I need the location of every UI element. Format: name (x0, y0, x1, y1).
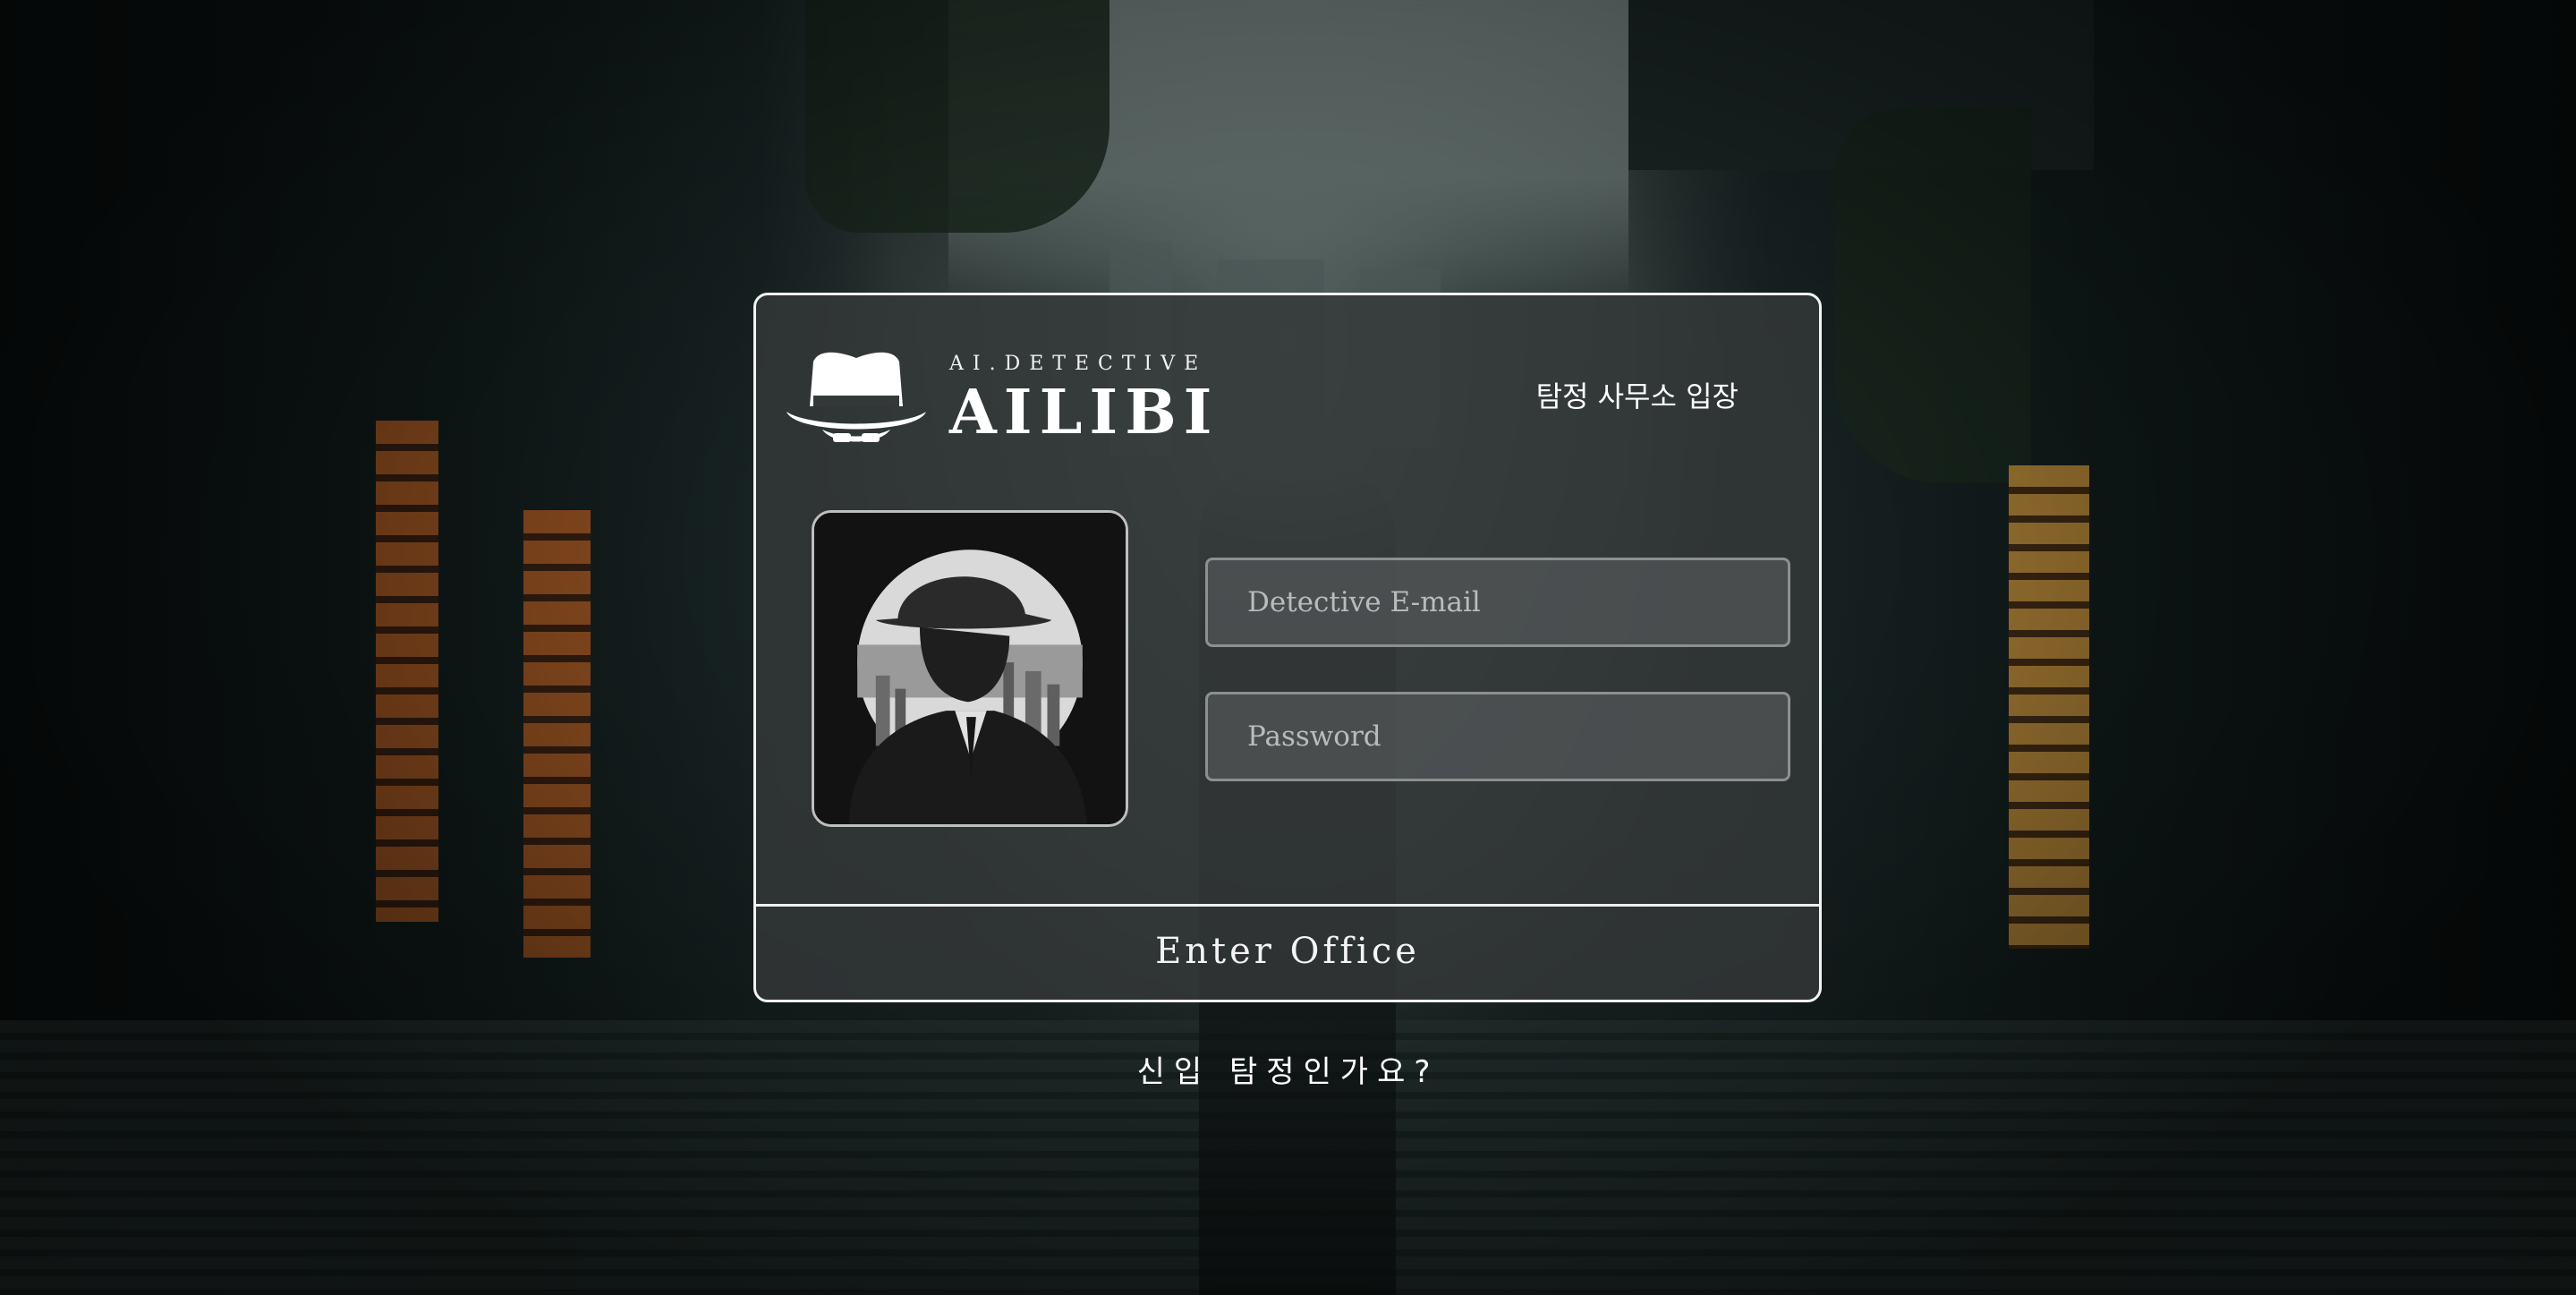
signup-link[interactable]: 신입 탐정인가요? (0, 1047, 2576, 1091)
brand-text: AI.DETECTIVE AILIBI (949, 353, 1219, 445)
detective-portrait (812, 510, 1128, 827)
card-heading: 탐정 사무소 입장 (1535, 379, 1739, 413)
brand-logo: AI.DETECTIVE AILIBI (783, 345, 1219, 452)
brand-tagline: AI.DETECTIVE (949, 352, 1208, 375)
detective-hat-icon (786, 352, 926, 442)
brand-name: AILIBI (949, 376, 1220, 448)
detective-portrait-icon (814, 513, 1126, 824)
password-field[interactable] (1205, 692, 1790, 781)
enter-office-button[interactable]: Enter Office (756, 904, 1819, 1000)
login-card: AI.DETECTIVE AILIBI 탐정 사무소 입장 Enter Offi… (753, 293, 1822, 1002)
enter-office-label: Enter Office (1155, 931, 1420, 972)
email-field[interactable] (1205, 558, 1790, 647)
